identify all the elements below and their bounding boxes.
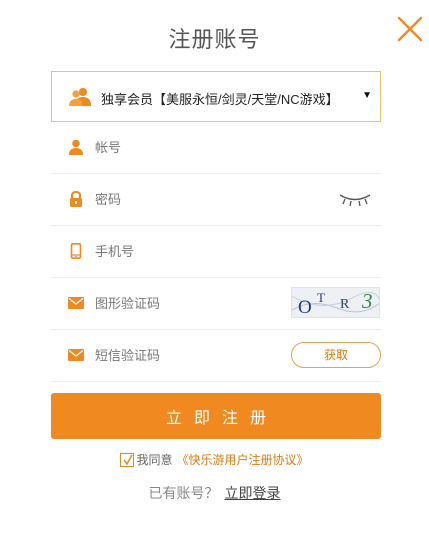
password-input[interactable] [95,174,325,225]
mobile-phone-icon [70,243,82,259]
agree-checkbox[interactable] [120,453,135,467]
phone-input[interactable] [95,226,325,277]
agreement-line: 我同意 《快乐游用户注册协议》 [0,451,429,468]
member-type-selected: 独享会员【美服永恒/剑灵/天堂/NC游戏】 [101,92,339,107]
password-row [51,174,381,226]
lock-icon [70,191,82,207]
captcha-char: R [340,297,350,312]
image-code-input[interactable] [95,278,280,329]
envelope-icon [68,297,84,309]
image-code-row: O T R 3 [51,278,381,330]
account-input[interactable] [95,122,325,173]
sms-code-input[interactable] [95,330,280,381]
login-link[interactable]: 立即登录 [225,485,281,501]
envelope-icon [68,349,84,361]
checkmark-icon [123,454,134,466]
register-button[interactable]: 立即注册 [51,393,381,439]
captcha-image[interactable]: O T R 3 [291,287,380,318]
captcha-char: 3 [362,289,373,313]
chevron-down-icon: ▼ [362,90,372,101]
phone-row [51,226,381,278]
close-icon[interactable] [397,16,423,42]
agree-label: 我同意 [136,453,173,467]
agreement-link[interactable]: 《快乐游用户注册协议》 [177,453,309,467]
page-title: 注册账号 [168,27,261,52]
eye-closed-icon[interactable] [338,192,372,208]
user-icon [69,139,83,155]
login-prompt: 已有账号？ [148,485,219,501]
login-line: 已有账号？ 立即登录 [0,483,429,503]
sms-code-row: 获取 [51,330,381,382]
get-sms-code-button[interactable]: 获取 [291,342,381,368]
captcha-char: T [317,290,325,305]
users-icon [69,88,91,106]
member-type-select[interactable]: 独享会员【美服永恒/剑灵/天堂/NC游戏】 ▼ [51,71,381,122]
account-row [51,122,381,174]
captcha-char: O [298,297,312,318]
